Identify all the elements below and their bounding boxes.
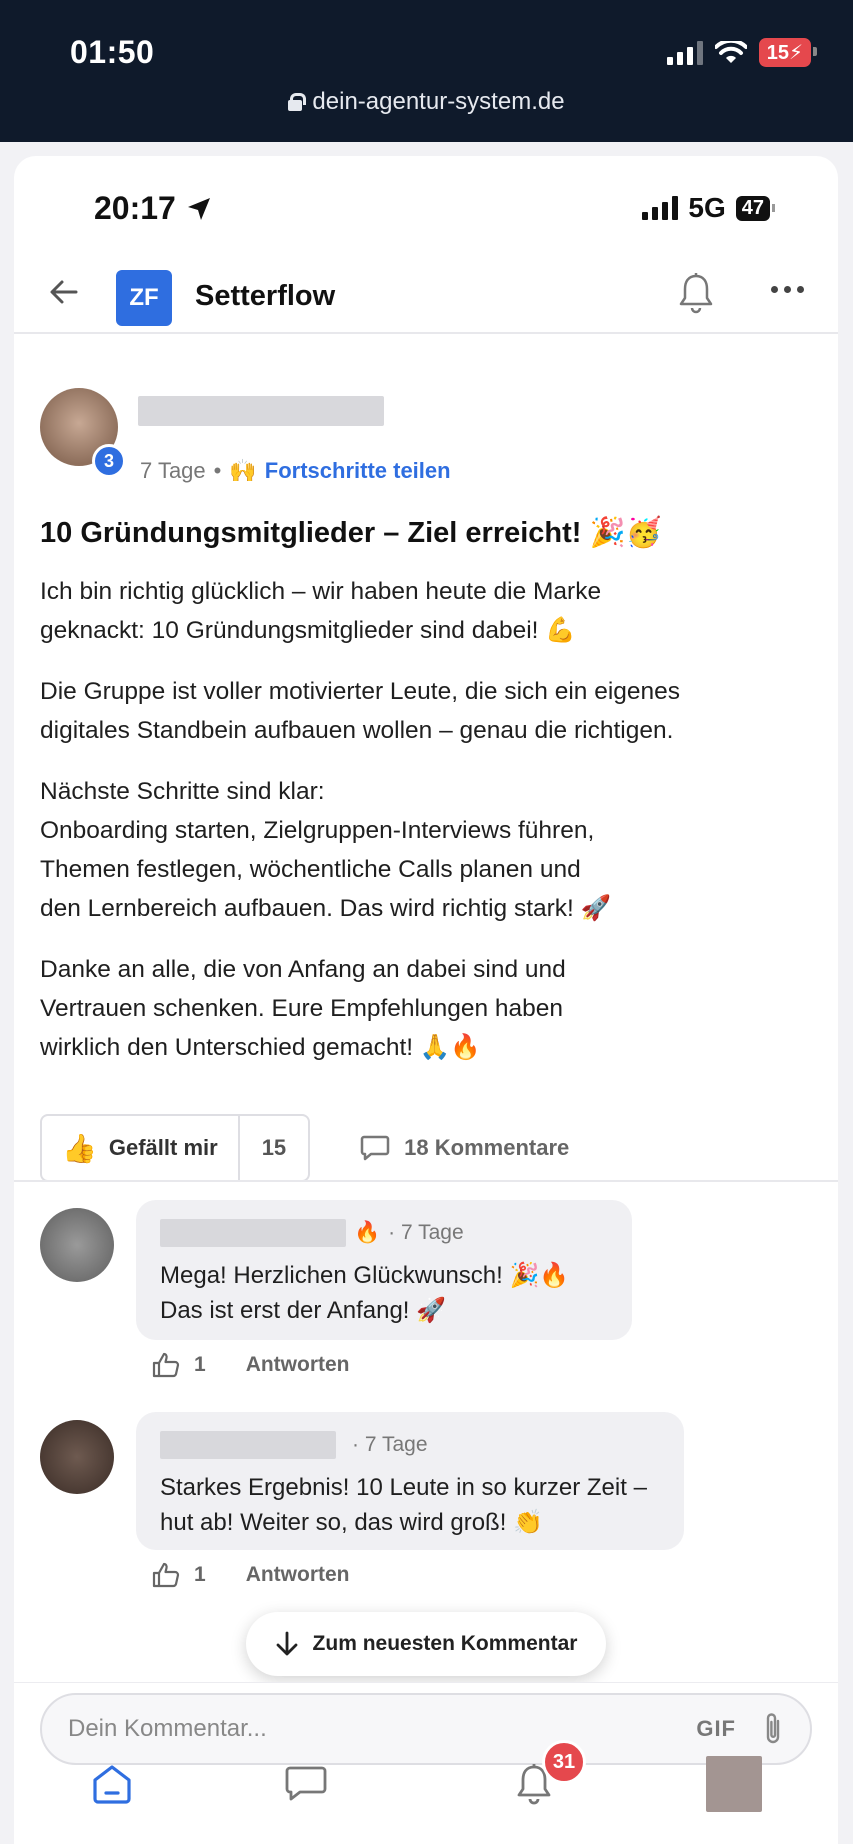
more-options-icon[interactable]: [771, 286, 804, 293]
bell-icon[interactable]: [678, 272, 714, 314]
comment-icon: [360, 1135, 390, 1161]
commenter-avatar[interactable]: [40, 1420, 114, 1494]
comment-actions: 1 Antworten: [152, 1352, 350, 1378]
post-paragraph: Nächste Schritte sind klar: Onboarding s…: [40, 778, 612, 922]
app-card: 20:17 5G 47 ZF Setterflow 3 7 Tage • 🙌 F…: [14, 156, 838, 1844]
comment-text: Starkes Ergebnis! 10 Leute in so kurzer …: [160, 1474, 647, 1536]
device-status-icons: 15⚡: [666, 38, 818, 67]
category-emoji: 🙌: [229, 458, 257, 483]
reply-button[interactable]: Antworten: [246, 1563, 350, 1587]
chat-icon: [285, 1766, 327, 1801]
post-title: 10 Gründungsmitglieder – Ziel erreicht! …: [40, 517, 662, 549]
network-label: 5G: [688, 192, 726, 223]
battery-level: 15: [766, 42, 789, 64]
back-arrow-icon[interactable]: [48, 276, 80, 308]
wifi-icon: [714, 40, 747, 63]
group-title[interactable]: Setterflow: [195, 280, 335, 313]
thumbs-up-outline-icon[interactable]: [152, 1562, 180, 1588]
level-badge: 3: [92, 444, 126, 478]
post-meta: 7 Tage • 🙌 Fortschritte teilen: [140, 458, 451, 484]
comment-age: · 7 Tage: [352, 1433, 428, 1456]
inner-status-icons: 5G 47: [642, 192, 776, 224]
url-text: dein-agentur-system.de: [312, 88, 565, 115]
comment-bubble: 🔥 · 7 Tage Mega! Herzlichen Glückwunsch!…: [136, 1200, 632, 1340]
comment-input[interactable]: [68, 1715, 697, 1743]
gif-button[interactable]: GIF: [696, 1716, 736, 1742]
tab-profile[interactable]: [704, 1754, 764, 1814]
thumbs-up-outline-icon[interactable]: [152, 1352, 180, 1378]
comments-label: 18 Kommentare: [404, 1135, 570, 1160]
url-bar[interactable]: dein-agentur-system.de: [0, 88, 853, 116]
jump-label: Zum neuesten Kommentar: [312, 1632, 578, 1655]
like-count[interactable]: 15: [240, 1116, 308, 1180]
arrow-down-icon: [276, 1631, 297, 1656]
post-paragraph: Ich bin richtig glücklich – wir haben he…: [40, 578, 602, 644]
comment-meta: 🔥 · 7 Tage: [160, 1218, 608, 1248]
comment-actions: 1 Antworten: [152, 1562, 350, 1588]
notification-count-badge: 31: [542, 1740, 586, 1784]
location-arrow-icon: [187, 197, 210, 220]
profile-avatar: [706, 1756, 762, 1812]
post-age: 7 Tage: [140, 458, 206, 483]
author-name-redacted: [138, 396, 384, 426]
app-header: ZF Setterflow: [14, 252, 838, 334]
comments-button[interactable]: 18 Kommentare: [360, 1134, 569, 1162]
comment-age: · 7 Tage: [388, 1221, 464, 1244]
post-paragraph: Die Gruppe ist voller motivierter Leute,…: [40, 678, 681, 744]
like-button[interactable]: 👍 Gefällt mir: [42, 1116, 240, 1180]
tab-notifications[interactable]: 31: [504, 1740, 586, 1814]
like-control: 👍 Gefällt mir 15: [40, 1114, 311, 1182]
comment-like-count: 1: [194, 1353, 206, 1376]
comment-like-count: 1: [194, 1563, 206, 1586]
commenter-name-redacted: [160, 1219, 346, 1247]
comment-text: Mega! Herzlichen Glückwunsch! 🎉🔥 Das ist…: [160, 1262, 570, 1324]
inner-battery-level: 47: [741, 196, 764, 219]
post-category-link[interactable]: Fortschritte teilen: [265, 458, 451, 484]
post-paragraph: Danke an alle, die von Anfang an dabei s…: [40, 956, 566, 1061]
section-divider: [14, 1180, 838, 1182]
commenter-avatar[interactable]: [40, 1208, 114, 1282]
tab-chat[interactable]: [276, 1754, 336, 1814]
jump-to-newest-button[interactable]: Zum neuesten Kommentar: [246, 1612, 606, 1676]
commenter-badge-emoji: 🔥: [354, 1221, 381, 1244]
inner-signal-icon: [642, 196, 679, 220]
inner-status-bar: 20:17 5G 47: [14, 156, 838, 242]
lock-icon: [288, 93, 307, 111]
inner-time-text: 20:17: [94, 190, 176, 226]
browser-status-bar: 01:50 15⚡ dein-agentur-system.de: [0, 0, 853, 142]
tab-home[interactable]: [82, 1754, 142, 1814]
like-label: Gefällt mir: [108, 1135, 218, 1160]
comment-meta: · 7 Tage: [160, 1430, 660, 1460]
reply-button[interactable]: Antworten: [246, 1353, 350, 1377]
inner-battery-icon: 47: [735, 195, 776, 221]
comment-bubble: · 7 Tage Starkes Ergebnis! 10 Leute in s…: [136, 1412, 684, 1550]
thumbs-up-icon: 👍: [62, 1132, 97, 1164]
post-body: Ich bin richtig glücklich – wir haben he…: [40, 572, 800, 1089]
meta-separator: •: [213, 458, 222, 483]
inner-time: 20:17: [94, 190, 212, 227]
group-logo[interactable]: ZF: [116, 270, 172, 326]
cell-signal-icon: [666, 40, 703, 65]
home-icon: [93, 1765, 131, 1804]
post-actions: 👍 Gefällt mir 15 18 Kommentare: [40, 1114, 569, 1182]
commenter-name-redacted: [160, 1431, 336, 1459]
bottom-tab-bar: 31: [14, 1740, 838, 1844]
page-background: 20:17 5G 47 ZF Setterflow 3 7 Tage • 🙌 F…: [0, 142, 853, 1844]
device-time: 01:50: [70, 34, 155, 70]
battery-icon: 15⚡: [758, 38, 818, 67]
